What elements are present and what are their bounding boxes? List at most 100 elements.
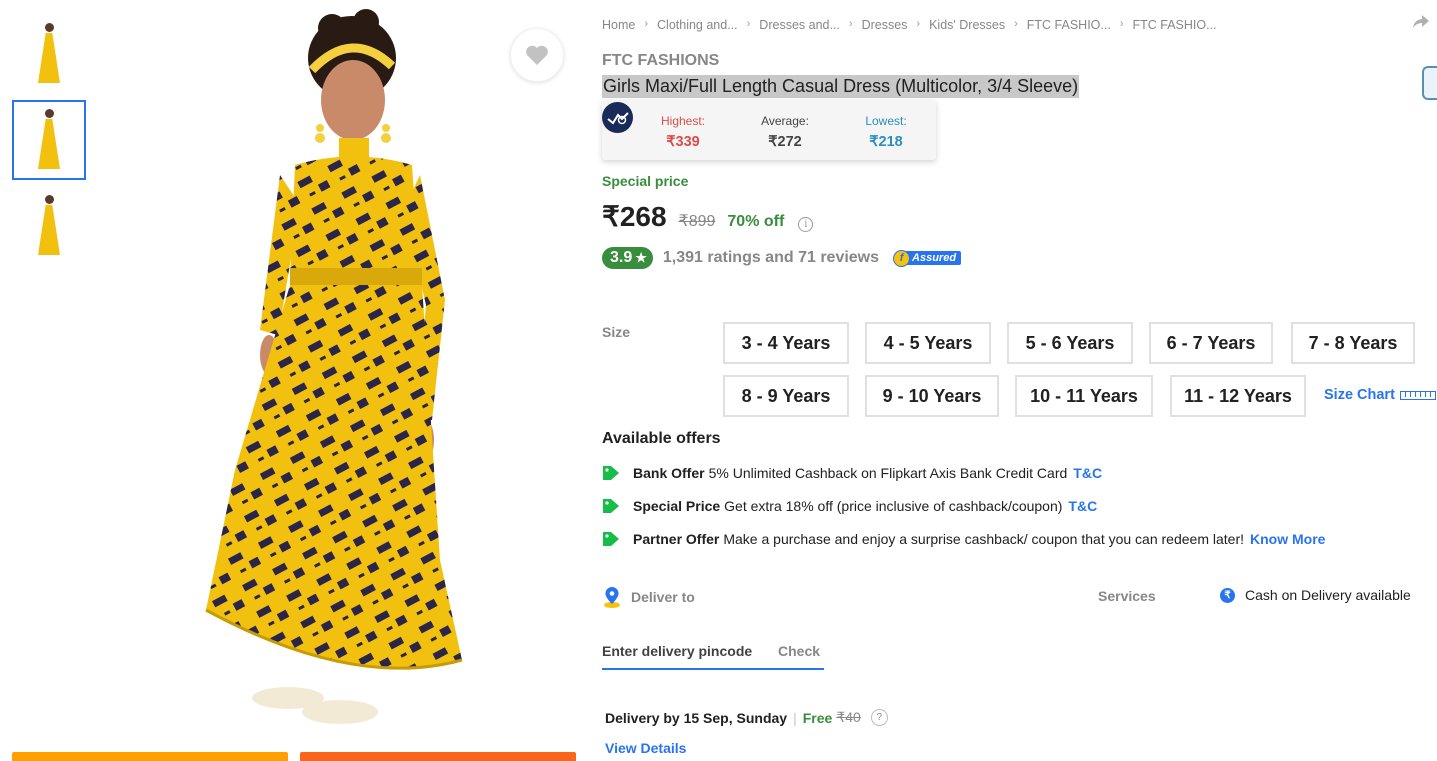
breadcrumb-item[interactable]: FTC FASHIO... <box>1133 18 1217 32</box>
offer-terms-link[interactable]: T&C <box>1073 465 1102 481</box>
delivery-estimate: Delivery by 15 Sep, Sunday | Free ₹40 ? <box>605 709 888 726</box>
star-icon: ★ <box>635 250 647 265</box>
cod-service: ₹ Cash on Delivery available <box>1220 587 1411 603</box>
add-to-cart-button[interactable] <box>12 752 288 761</box>
check-button[interactable]: Check <box>778 643 820 659</box>
thumbnail-1[interactable] <box>12 14 86 94</box>
pincode-field: Check <box>602 634 824 670</box>
chevron-right-icon: › <box>1014 18 1018 30</box>
price-average-value: ₹272 <box>768 134 802 150</box>
rating-score: 3.9 <box>610 249 633 266</box>
size-option[interactable]: 3 - 4 Years <box>723 322 849 364</box>
size-label: Size <box>602 324 631 340</box>
ratings-reviews-count[interactable]: 1,391 ratings and 71 reviews <box>663 249 879 267</box>
price-average-label: Average: <box>761 114 809 128</box>
tag-icon <box>602 465 620 481</box>
price-history-widget: Highest: ₹339 Average: ₹272 Lowest: ₹218 <box>602 100 936 160</box>
price-row: ₹268 ₹899 70% off i <box>602 200 814 233</box>
offer-description: 5% Unlimited Cashback on Flipkart Axis B… <box>708 465 1068 481</box>
free-delivery-label: Free <box>802 709 833 726</box>
buy-now-button[interactable] <box>300 752 576 761</box>
location-pin-icon <box>604 587 620 608</box>
breadcrumb-item[interactable]: Dresses and... <box>759 18 840 32</box>
offer-item: Bank Offer 5% Unlimited Cashback on Flip… <box>602 465 1102 481</box>
thumbnail-list <box>12 14 88 272</box>
size-option[interactable]: 5 - 6 Years <box>1007 322 1133 364</box>
pincode-input[interactable] <box>602 643 762 659</box>
product-title: Girls Maxi/Full Length Casual Dress (Mul… <box>602 75 1080 98</box>
offer-type: Partner Offer <box>633 531 720 547</box>
offer-item: Special Price Get extra 18% off (price i… <box>602 498 1097 514</box>
price-highest-value: ₹339 <box>666 134 700 150</box>
offer-description: Get extra 18% off (price inclusive of ca… <box>724 498 1063 514</box>
size-option[interactable]: 8 - 9 Years <box>723 375 849 417</box>
brand-name[interactable]: FTC FASHIONS <box>602 52 719 70</box>
size-option[interactable]: 6 - 7 Years <box>1149 322 1273 364</box>
thumbnail-image <box>38 23 60 85</box>
price-lowest: Lowest: ₹218 <box>841 114 931 150</box>
tag-icon <box>602 531 620 547</box>
view-details-link[interactable]: View Details <box>605 740 686 756</box>
breadcrumb: Home › Clothing and... › Dresses and... … <box>602 18 1217 32</box>
offer-description: Make a purchase and enjoy a surprise cas… <box>723 531 1244 547</box>
breadcrumb-item[interactable]: Home <box>602 18 635 32</box>
size-option[interactable]: 9 - 10 Years <box>865 375 999 417</box>
breadcrumb-item[interactable]: Dresses <box>862 18 908 32</box>
offers-heading: Available offers <box>602 430 721 447</box>
original-price: ₹899 <box>678 213 716 230</box>
ruler-icon <box>1399 390 1436 400</box>
chevron-right-icon: › <box>746 18 751 30</box>
thumbnail-3[interactable] <box>12 186 86 266</box>
deliver-to-label: Deliver to <box>631 589 695 605</box>
price-average: Average: ₹272 <box>740 114 830 150</box>
product-image <box>120 0 590 745</box>
chevron-right-icon: › <box>916 18 921 30</box>
selling-price: ₹268 <box>602 201 667 232</box>
help-icon[interactable]: ? <box>870 709 888 726</box>
rupee-icon: ₹ <box>1220 587 1235 603</box>
thumbnail-image <box>38 109 60 171</box>
chevron-right-icon: › <box>848 18 853 30</box>
deliver-to: Deliver to <box>602 586 695 608</box>
price-lowest-label: Lowest: <box>865 114 907 128</box>
offer-type: Special Price <box>633 498 721 514</box>
size-option[interactable]: 4 - 5 Years <box>865 322 991 364</box>
side-panel-tab[interactable] <box>1422 66 1437 100</box>
special-price-label: Special price <box>602 173 689 189</box>
delivery-date: Delivery by 15 Sep, Sunday <box>605 709 788 726</box>
f-assured-logo-icon: f <box>893 249 911 267</box>
cod-text: Cash on Delivery available <box>1245 587 1411 603</box>
breadcrumb-item[interactable]: Kids' Dresses <box>929 18 1005 32</box>
wishlist-button[interactable] <box>510 28 564 82</box>
chevron-right-icon: › <box>644 18 649 30</box>
price-tracker-logo-icon[interactable] <box>602 102 633 133</box>
breadcrumb-item[interactable]: FTC FASHIO... <box>1027 18 1111 32</box>
offer-type: Bank Offer <box>633 465 705 481</box>
divider: | <box>793 709 797 726</box>
offer-terms-link[interactable]: T&C <box>1068 498 1097 514</box>
price-lowest-value: ₹218 <box>869 134 903 150</box>
rating-badge[interactable]: 3.9 ★ <box>602 247 653 269</box>
thumbnail-image <box>38 195 60 257</box>
breadcrumb-item[interactable]: Clothing and... <box>657 18 738 32</box>
offer-item: Partner Offer Make a purchase and enjoy … <box>602 531 1325 547</box>
f-assured-badge: f Assured <box>893 249 962 267</box>
know-more-link[interactable]: Know More <box>1250 531 1325 547</box>
discount-percent: 70% off <box>727 213 785 230</box>
delivery-fee: ₹40 <box>836 709 861 725</box>
heart-icon <box>526 45 548 65</box>
size-chart-link[interactable]: Size Chart <box>1324 387 1436 403</box>
price-highest: Highest: ₹339 <box>638 114 728 150</box>
chevron-right-icon: › <box>1119 18 1124 30</box>
size-chart-label: Size Chart <box>1324 387 1395 403</box>
tag-icon <box>602 498 620 514</box>
info-icon[interactable]: i <box>798 217 814 232</box>
thumbnail-2-selected[interactable] <box>12 100 86 180</box>
size-option[interactable]: 10 - 11 Years <box>1015 375 1153 417</box>
services-label: Services <box>1098 588 1156 604</box>
size-option[interactable]: 7 - 8 Years <box>1291 322 1415 364</box>
price-highest-label: Highest: <box>660 114 706 128</box>
size-option[interactable]: 11 - 12 Years <box>1170 375 1306 417</box>
share-icon[interactable] <box>1412 14 1430 30</box>
rating-row: 3.9 ★ 1,391 ratings and 71 reviews f Ass… <box>602 247 962 269</box>
